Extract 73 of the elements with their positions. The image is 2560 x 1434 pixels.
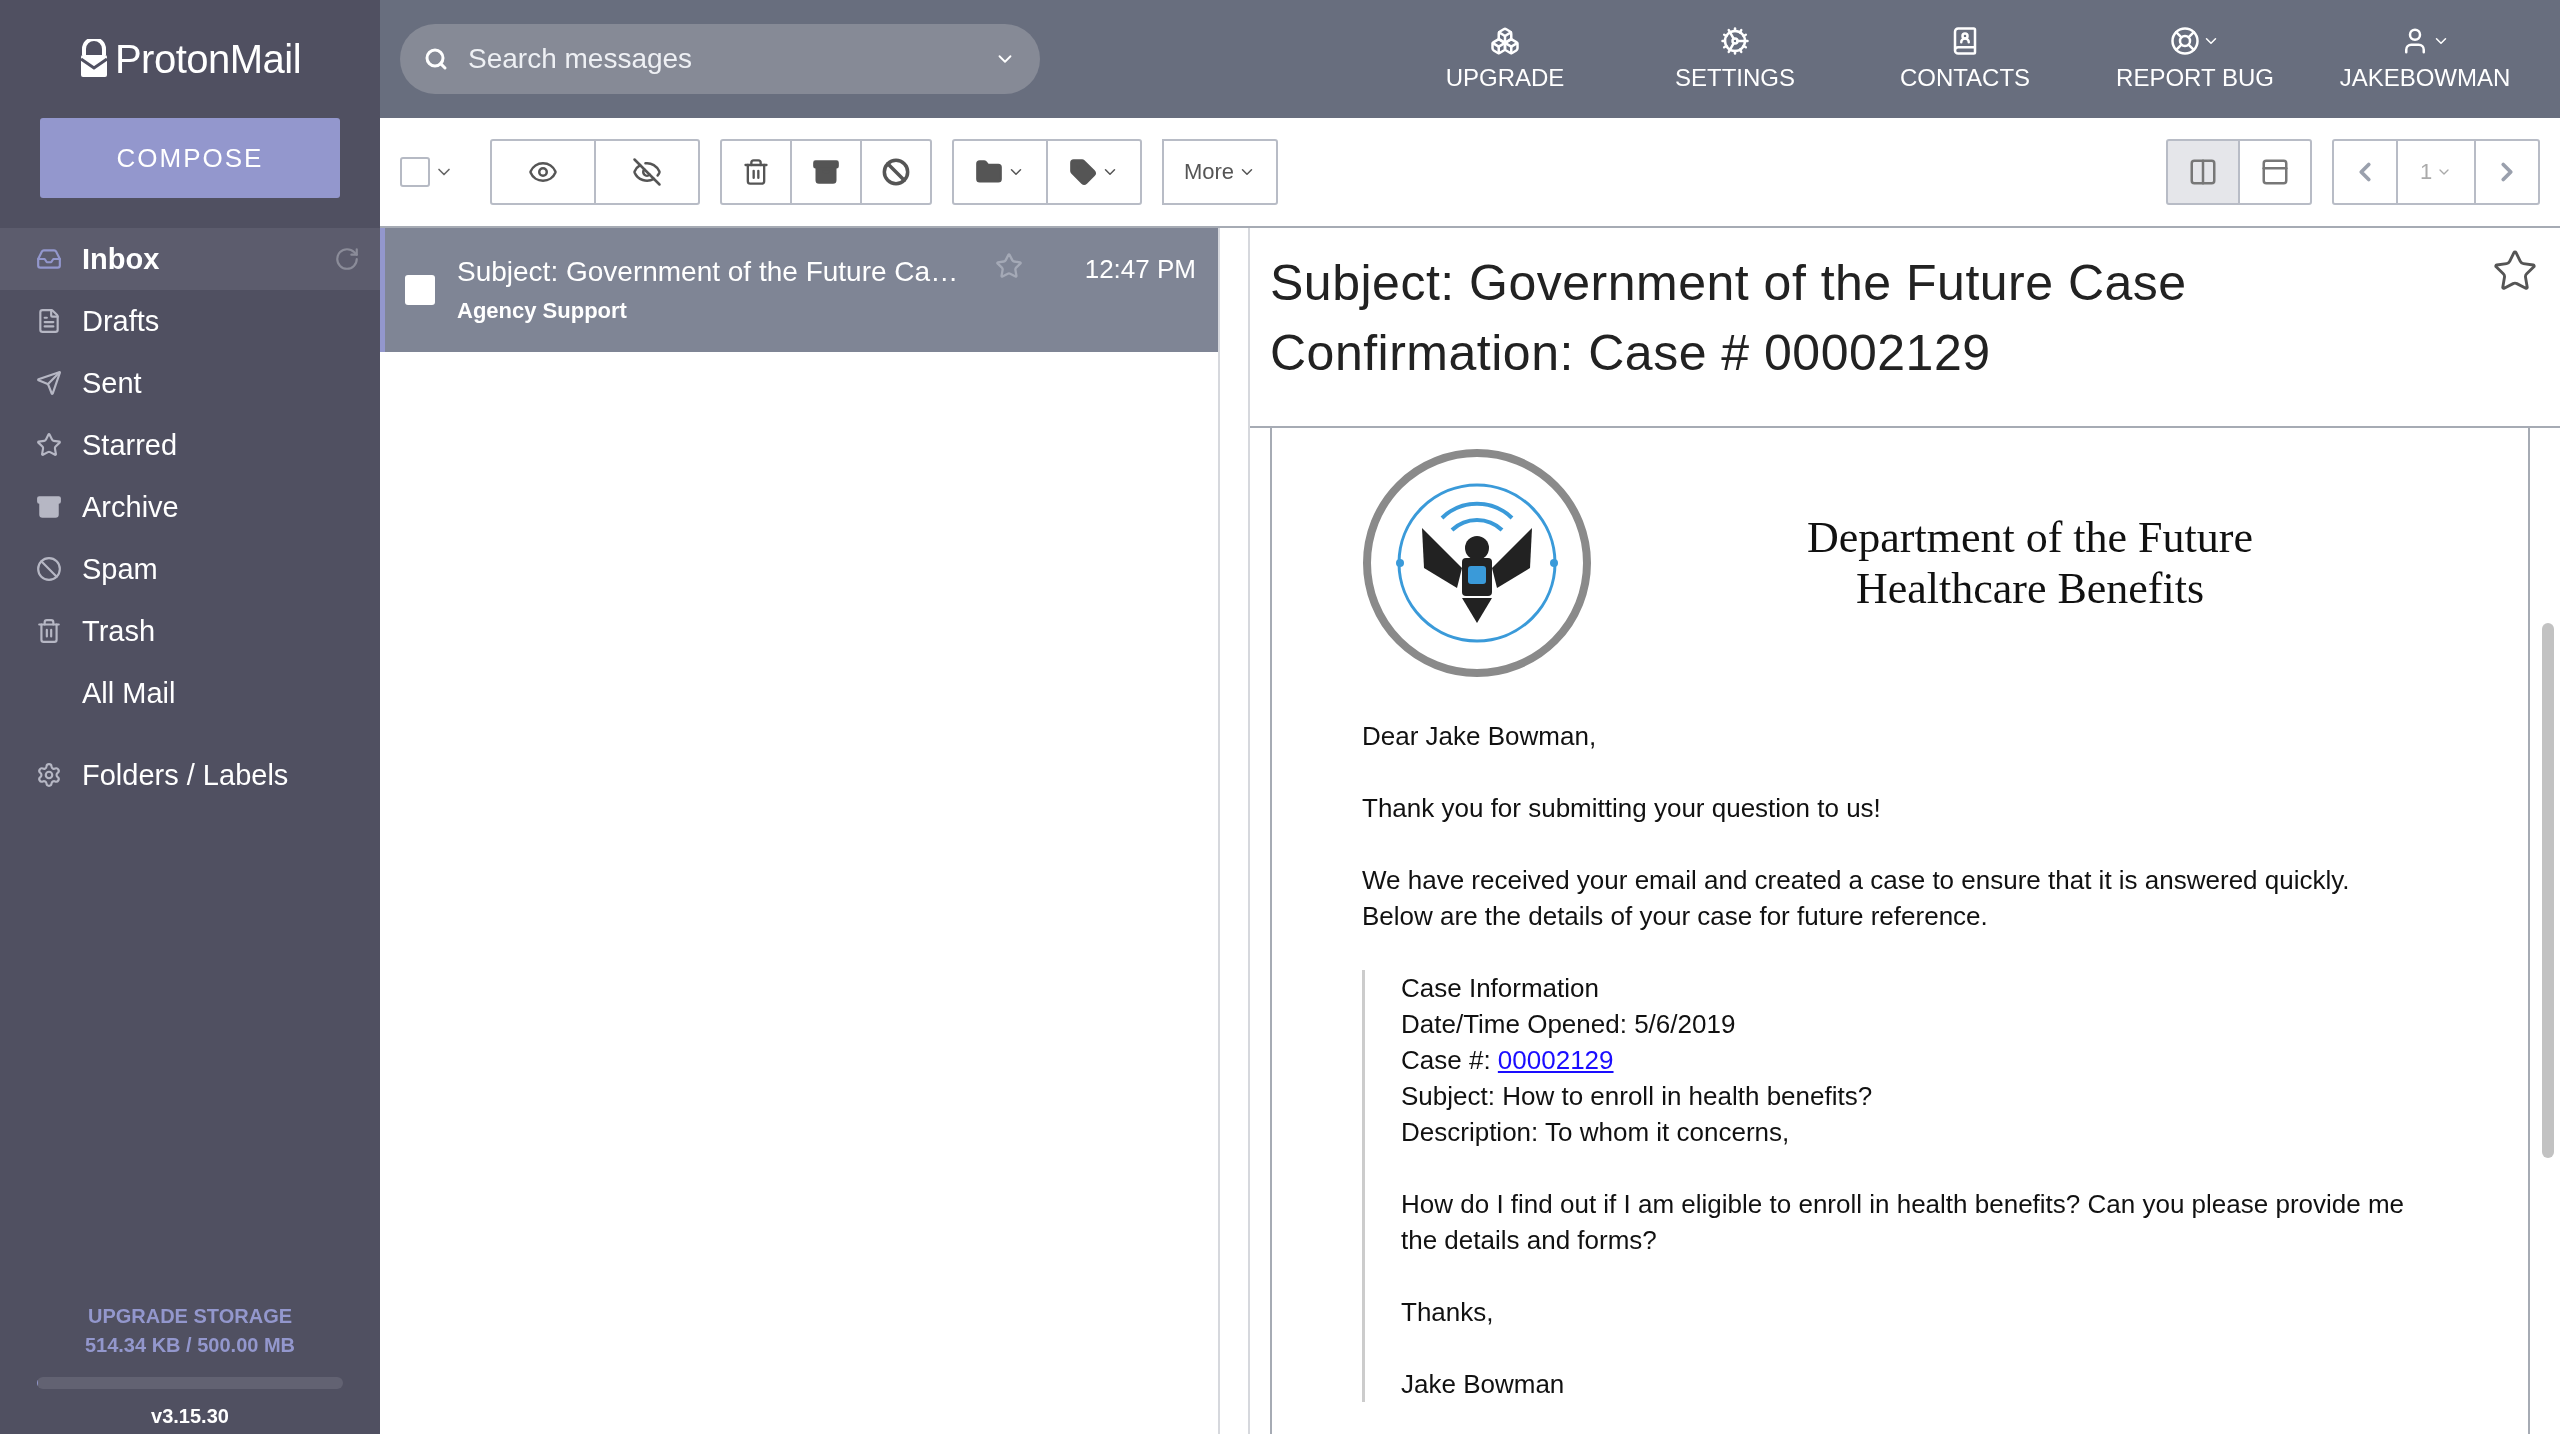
mark-unread-button[interactable] — [594, 139, 700, 205]
nav-item[interactable]: UPGRADE — [1390, 26, 1620, 92]
email-subject: Subject: Government of the Future Case Confirmation: Case # 00002129 — [1270, 254, 2188, 383]
message-subject: Subject: Government of the Future Ca… — [457, 256, 960, 288]
message-sender: Agency Support — [457, 298, 628, 324]
scrollbar-thumb[interactable] — [2542, 623, 2554, 1158]
email-paragraph: Thank you for submitting your question to us! — [1362, 792, 1882, 825]
archive-button[interactable] — [790, 139, 862, 205]
sidebar-item[interactable]: Trash — [0, 600, 380, 662]
columns-icon — [2188, 157, 2218, 187]
case-signature: Jake Bowman — [1401, 1368, 1566, 1401]
trash-button[interactable] — [720, 139, 792, 205]
search-bar[interactable]: Search messages — [400, 24, 1040, 94]
sidebar-item[interactable]: All Mail — [0, 662, 380, 724]
layout-button[interactable] — [2238, 139, 2312, 205]
eye-off-icon — [632, 157, 662, 187]
organization-title: Healthcare Benefits — [1855, 563, 2205, 614]
case-question: How do I find out if I am eligible to enroll in health benefits? Can you please provide me the details and forms? — [1401, 1188, 2406, 1257]
document-icon — [36, 308, 62, 334]
message-checkbox[interactable] — [405, 275, 435, 305]
case-number-link[interactable]: 00002129 — [1497, 1045, 1614, 1075]
search-icon — [424, 47, 448, 71]
case-number-label: Case #: — [1401, 1045, 1491, 1075]
app-logo: ProtonMail — [114, 36, 302, 82]
case-heading: Case Information — [1401, 972, 1600, 1005]
case-thanks: Thanks, — [1401, 1296, 1495, 1329]
message-row[interactable]: Subject: Government of the Future Ca… Agency Support 12:47 PM — [380, 228, 1218, 352]
archive-icon — [36, 494, 62, 520]
layout-button[interactable] — [2166, 139, 2240, 205]
more-button[interactable]: More — [1162, 139, 1278, 205]
spam-icon — [36, 556, 62, 582]
sidebar-item[interactable]: Inbox — [0, 228, 380, 290]
trash-icon — [742, 158, 770, 186]
search-input[interactable]: Search messages — [466, 42, 976, 76]
settings-icon — [36, 762, 62, 788]
mark-read-button[interactable] — [490, 139, 596, 205]
email-greeting: Dear Jake Bowman, — [1362, 720, 1598, 753]
inbox-icon — [36, 246, 62, 272]
message-time: 12:47 PM — [1084, 254, 1196, 285]
star-icon — [36, 432, 62, 458]
lifebuoy-icon — [2170, 26, 2200, 56]
nav-item[interactable]: REPORT BUG — [2080, 26, 2310, 92]
archive-icon — [812, 158, 840, 186]
spam-button[interactable] — [860, 139, 932, 205]
storage-usage: 514.34 KB / 500.00 MB — [84, 1334, 296, 1357]
sidebar-item[interactable]: Starred — [0, 414, 380, 476]
nav-item[interactable]: CONTACTS — [1850, 26, 2080, 92]
version-label: v3.15.30 — [151, 1405, 229, 1428]
folder-icon — [975, 158, 1003, 186]
label-button[interactable] — [1046, 139, 1142, 205]
sidebar-item[interactable]: Archive — [0, 476, 380, 538]
cubes-icon — [1490, 26, 1520, 56]
case-description: Description: To whom it concerns, — [1401, 1116, 1791, 1149]
star-icon[interactable] — [994, 252, 1023, 280]
sidebar-item[interactable]: Spam — [0, 538, 380, 600]
sidebar-item[interactable]: Drafts — [0, 290, 380, 352]
logo-icon — [78, 39, 109, 79]
sidebar-item[interactable]: Folders / Labels — [0, 744, 380, 806]
move-button[interactable] — [952, 139, 1048, 205]
email-paragraph: We have received your email and created a case to ensure that it is answered quickly. Below are the details of your case for future reference. — [1362, 864, 2351, 933]
spam-icon — [882, 158, 910, 186]
trash-icon — [36, 618, 62, 644]
nav-item[interactable]: JAKEBOWMAN — [2310, 26, 2540, 92]
select-all-checkbox[interactable] — [400, 157, 430, 187]
nav-item[interactable]: SETTINGS — [1620, 26, 1850, 92]
case-subject: Subject: How to enroll in health benefits? — [1401, 1080, 1874, 1113]
gear-icon — [1720, 26, 1750, 56]
paper-plane-icon — [36, 370, 62, 396]
organization-title: Department of the Future — [1807, 512, 2253, 563]
tag-icon — [1069, 158, 1097, 186]
sidebar-item[interactable]: Sent — [0, 352, 380, 414]
case-opened: Date/Time Opened: 5/6/2019 — [1401, 1008, 1737, 1041]
panel-icon — [2260, 157, 2290, 187]
